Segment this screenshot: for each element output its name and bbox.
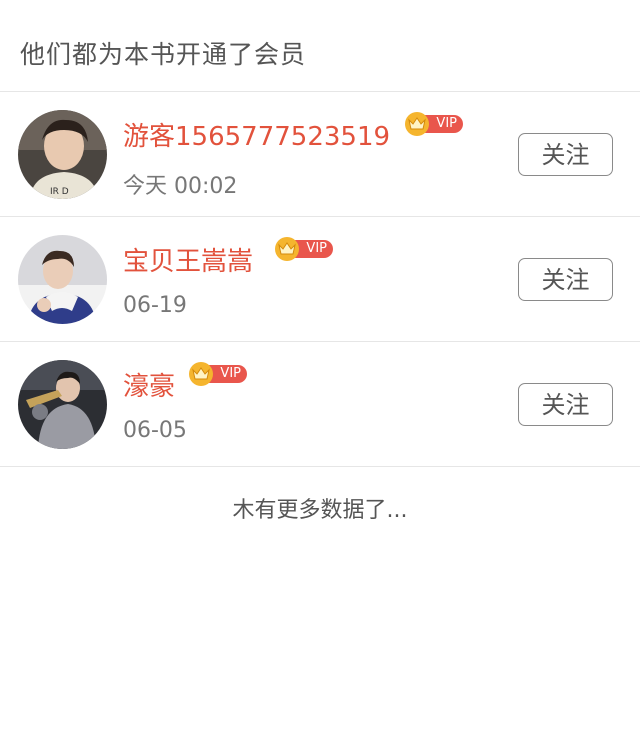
no-more-data-note: 木有更多数据了...: [232, 498, 408, 523]
member-list: IR D 游客1565777523519 VIP 今天 00:02 关注 宝贝王…: [0, 92, 640, 467]
member-date: 06-05: [123, 418, 187, 443]
svg-text:IR D: IR D: [50, 187, 69, 197]
follow-button[interactable]: 关注: [518, 258, 613, 301]
member-date: 06-19: [123, 293, 187, 318]
list-item[interactable]: IR D 游客1565777523519 VIP 今天 00:02 关注: [0, 92, 640, 217]
vip-badge: VIP: [405, 112, 465, 136]
member-name[interactable]: 游客1565777523519: [123, 116, 390, 153]
follow-button[interactable]: 关注: [518, 133, 613, 176]
crown-icon: [189, 362, 213, 386]
follow-button[interactable]: 关注: [518, 383, 613, 426]
avatar[interactable]: [18, 360, 107, 449]
crown-icon: [405, 112, 429, 136]
list-item[interactable]: 濠豪 VIP 06-05 关注: [0, 342, 640, 467]
avatar[interactable]: IR D: [18, 110, 107, 199]
page-title: 他们都为本书开通了会员: [20, 40, 307, 69]
vip-badge: VIP: [275, 237, 335, 261]
member-name[interactable]: 濠豪: [123, 366, 175, 403]
crown-icon: [275, 237, 299, 261]
avatar[interactable]: [18, 235, 107, 324]
page-header: 他们都为本书开通了会员: [0, 0, 640, 92]
list-item[interactable]: 宝贝王嵩嵩 VIP 06-19 关注: [0, 217, 640, 342]
member-name[interactable]: 宝贝王嵩嵩: [123, 241, 253, 278]
vip-badge: VIP: [189, 362, 249, 386]
member-date: 今天 00:02: [123, 174, 238, 199]
